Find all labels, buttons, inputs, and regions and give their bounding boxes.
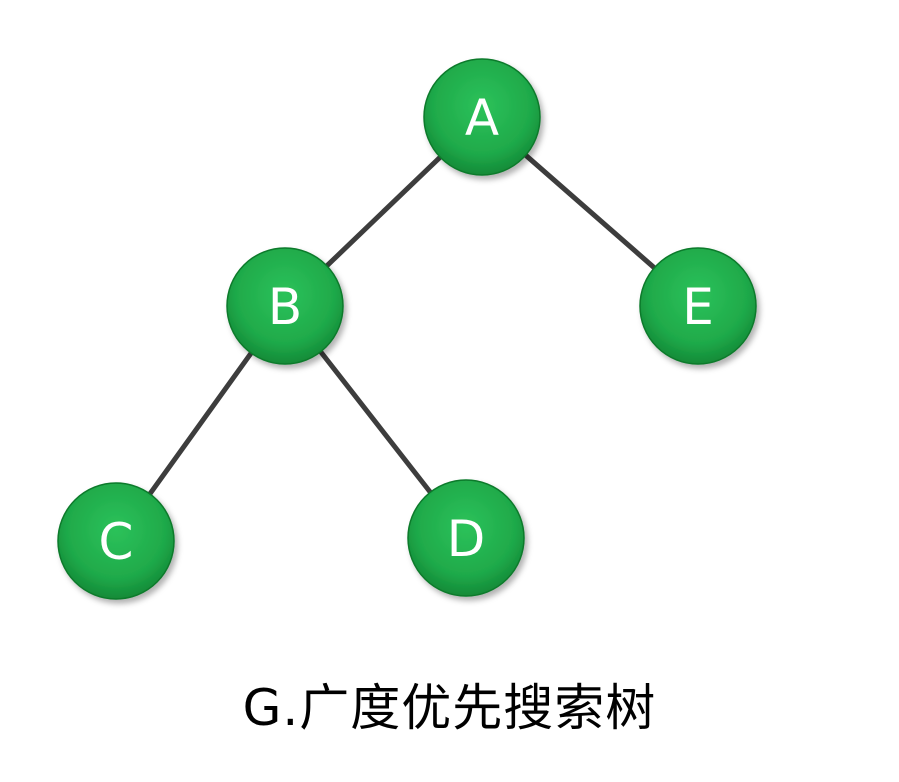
node-D: D — [407, 479, 525, 597]
edge-A-B — [324, 154, 443, 269]
node-E: E — [639, 247, 757, 365]
edge-B-C — [147, 350, 254, 497]
node-label-E: E — [682, 278, 714, 336]
nodes: A B E C D — [57, 58, 757, 600]
diagram-caption: G.广度优先搜索树 — [242, 679, 657, 737]
node-label-D: D — [447, 510, 486, 568]
edge-B-D — [318, 349, 433, 495]
edges — [147, 152, 657, 497]
node-label-A: A — [465, 89, 499, 147]
bfs-tree-diagram: A B E C D — [57, 58, 757, 600]
node-B: B — [226, 247, 344, 365]
node-A: A — [423, 58, 541, 176]
node-C: C — [57, 482, 175, 600]
node-label-B: B — [268, 278, 302, 336]
node-label-C: C — [99, 513, 134, 571]
edge-A-E — [523, 152, 657, 271]
